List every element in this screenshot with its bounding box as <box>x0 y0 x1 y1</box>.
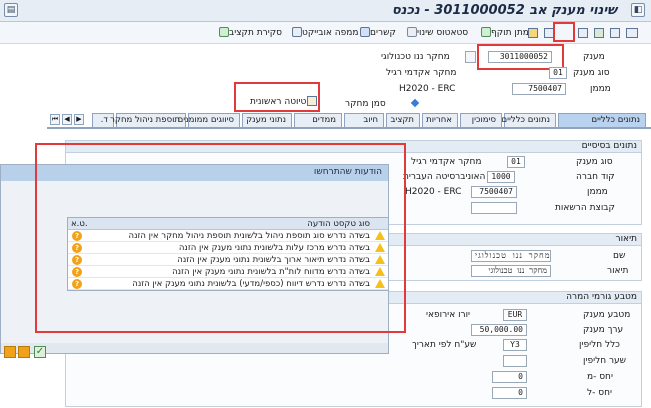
help-button-icon[interactable] <box>4 346 16 358</box>
tab-grant-data[interactable]: ממדים <box>294 113 342 127</box>
links-icon <box>360 27 370 37</box>
budget-overview-button[interactable]: סקירת תקציב <box>216 27 282 38</box>
bd-company-code-desc: האוניברסיטה העברית <box>403 172 486 182</box>
cur-exchange-rule-field[interactable]: Y3 <box>503 339 527 351</box>
validate-button[interactable]: מתן תוקף <box>478 27 529 38</box>
grant-helper-field <box>465 51 476 63</box>
cur-grant-value-field[interactable]: 50,000.00 <box>471 324 527 336</box>
highlight-validate <box>553 22 575 42</box>
screen-icon[interactable] <box>626 28 638 38</box>
tab-general-data[interactable]: נתונים כלליים <box>558 113 646 127</box>
tab-references[interactable]: נתונים כלליים <box>501 113 556 127</box>
bd-grant-type-label: סוג מענק <box>576 157 613 167</box>
object-mapper-label: ממפה אובייקט <box>302 28 359 38</box>
window-title: שינוי מענק אב 3011000052 - נכנס <box>391 3 617 18</box>
tab-scroll-first-icon[interactable]: ⏮ <box>50 114 60 125</box>
bd-grant-type-field[interactable]: 01 <box>507 156 525 168</box>
research-mark-label: סמן מחקר <box>345 99 386 109</box>
cur-ratio-l-field[interactable]: 0 <box>492 387 527 399</box>
bd-auth-group-label: קבוצת הרשאות <box>555 203 615 213</box>
bd-company-code-label: קוד חברה <box>576 172 615 182</box>
funder-label: מממן <box>590 84 611 94</box>
edit-icon[interactable] <box>610 28 620 38</box>
tab-funded-classes[interactable]: סיווגים ממומנים <box>178 113 240 127</box>
desc-desc-label: תיאור <box>607 266 629 276</box>
tab-dimensions[interactable]: חיוב <box>344 113 384 127</box>
cur-ratio-m-field[interactable]: 0 <box>492 371 527 383</box>
desc-name-field[interactable]: מחקר ננו טכנולוגי <box>471 250 551 262</box>
tab-strip: ⏮ ◀ ▶ ד. תוספת ניהול מחקר סיווגים ממומני… <box>0 113 651 127</box>
cur-ratio-l-label: יחס -ל <box>587 388 612 398</box>
bd-company-code-field[interactable]: 1000 <box>487 171 515 183</box>
tab-responsibility[interactable]: סימוכין <box>460 113 502 127</box>
confirm-check-icon[interactable]: ✓ <box>34 346 46 358</box>
tab-classifications[interactable]: נתוני מענק <box>242 113 292 127</box>
links-label: קשרים <box>370 28 396 38</box>
change-status-label: סטאטוס שינוי <box>417 28 469 38</box>
grant-type-label: סוג מענק <box>573 68 610 78</box>
bd-grant-type-desc: מחקר אקדמי רגיל <box>411 157 482 167</box>
sap-logo-icon: ◧ <box>631 3 645 17</box>
copy-icon[interactable] <box>578 28 588 38</box>
bd-funder-label: מממן <box>587 187 608 197</box>
links-button[interactable]: קשרים <box>357 27 396 38</box>
dialog-footer <box>1 343 388 353</box>
mapper-icon <box>292 27 302 37</box>
budget-overview-label: סקירת תקציב <box>229 28 282 38</box>
grant-type-field[interactable]: 01 <box>549 67 567 79</box>
tab-scroll-next-icon[interactable]: ▶ <box>74 114 84 125</box>
grant-description: מחקר ננו טכנולוגי <box>381 52 450 62</box>
toolbar: סקירת תקציב ממפה אובייקט קשרים סטאטוס שי… <box>0 22 651 44</box>
bd-auth-group-field[interactable] <box>471 202 517 214</box>
create-icon[interactable] <box>594 28 604 38</box>
system-menu-icon[interactable]: ▤ <box>4 3 18 17</box>
cur-grant-currency-label: מטבע מענק <box>583 310 631 320</box>
validate-icon <box>481 27 491 37</box>
glasses-icon[interactable] <box>528 28 538 38</box>
cur-rate-type-field[interactable] <box>503 355 527 367</box>
cur-exchange-rule-label: כלל חליפין <box>579 340 620 350</box>
funder-field[interactable]: 7500407 <box>512 83 566 95</box>
title-bar: ▤ שינוי מענק אב 3011000052 - נכנס ◧ <box>0 0 651 22</box>
status-icon <box>407 27 417 37</box>
funder-description: H2020 - ERC <box>399 84 456 94</box>
cur-grant-value-label: ערך מענק <box>583 325 624 335</box>
budget-icon <box>219 27 229 37</box>
change-status-button[interactable]: סטאטוס שינוי <box>404 27 468 38</box>
validate-label: מתן תוקף <box>491 28 529 38</box>
tab-billing[interactable]: תקציב <box>386 113 420 127</box>
tab-budget[interactable]: אחריות <box>422 113 458 127</box>
object-mapper-button[interactable]: ממפה אובייקט <box>289 27 359 38</box>
cur-ratio-m-label: יחס -מ <box>587 372 613 382</box>
first-draft-icon[interactable] <box>307 96 317 106</box>
cur-rate-type-label: שער חליפין <box>583 356 627 366</box>
desc-name-label: שם <box>613 251 626 261</box>
details-button-icon[interactable] <box>18 346 30 358</box>
grant-type-description: מחקר אקדמי רגיל <box>386 68 457 78</box>
grant-label: מענק <box>583 52 605 62</box>
research-mark-icon[interactable] <box>410 98 420 108</box>
cur-grant-currency-field[interactable]: EUR <box>503 309 527 321</box>
first-draft-link[interactable]: טיוטה ראשונית <box>250 97 306 107</box>
desc-desc-field[interactable]: מחקר ננו טכנולוגי <box>471 265 551 277</box>
highlight-messages <box>35 143 406 333</box>
cur-grant-currency-desc: יורו אירופאי <box>426 310 471 320</box>
bd-funder-field[interactable]: 7500407 <box>471 186 517 198</box>
tab-scroll-prev-icon[interactable]: ◀ <box>62 114 72 125</box>
cur-exchange-rule-desc: שע"ח לפי תאריך <box>412 340 477 350</box>
tab-research-admin[interactable]: תוספת ניהול מחקר <box>110 113 186 127</box>
bd-funder-desc: H2020 - ERC <box>405 187 462 197</box>
